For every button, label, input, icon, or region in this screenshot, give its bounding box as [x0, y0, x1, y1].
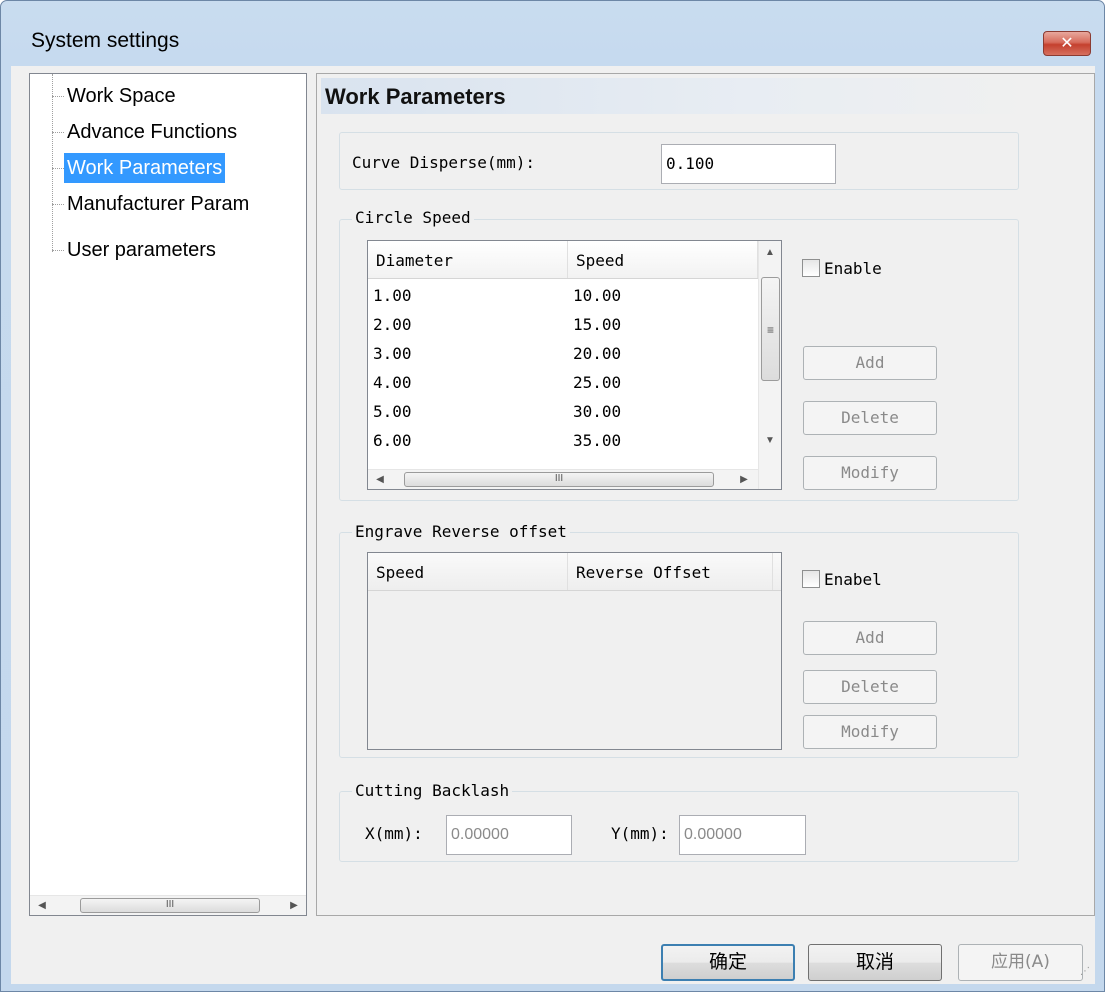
- scroll-thumb[interactable]: ≡: [761, 277, 780, 381]
- table-cell[interactable]: 1.00: [373, 286, 412, 305]
- checkbox-box[interactable]: [802, 570, 820, 588]
- window-title: System settings: [31, 29, 180, 52]
- backlash-y-input[interactable]: 0.00000: [679, 815, 806, 855]
- tree-connector: [52, 204, 64, 205]
- dialog-body: Work Space Advance Functions Work Parame…: [11, 66, 1095, 984]
- tree-item-user-parameters[interactable]: User parameters: [64, 235, 219, 265]
- circle-speed-add-button[interactable]: Add: [803, 346, 937, 380]
- scroll-down-arrow-icon[interactable]: ▼: [759, 435, 781, 446]
- tree-item-advance-functions[interactable]: Advance Functions: [64, 117, 240, 147]
- table-cell[interactable]: 35.00: [573, 431, 621, 450]
- tree-item-work-space[interactable]: Work Space: [64, 81, 179, 111]
- column-header-diameter[interactable]: Diameter: [368, 241, 568, 278]
- cancel-button[interactable]: 取消: [808, 944, 942, 981]
- close-icon: ✕: [1060, 33, 1074, 52]
- engrave-reverse-list[interactable]: Speed Reverse Offset: [367, 552, 782, 750]
- table-cell[interactable]: 5.00: [373, 402, 412, 421]
- table-cell[interactable]: 3.00: [373, 344, 412, 363]
- cutting-backlash-group-label: Cutting Backlash: [352, 781, 513, 800]
- table-cell[interactable]: 20.00: [573, 344, 621, 363]
- tree-horizontal-scrollbar[interactable]: ◀ III ▶: [30, 895, 306, 915]
- circle-speed-horizontal-scrollbar[interactable]: ◀ III ▶: [368, 469, 758, 489]
- engrave-reverse-modify-button[interactable]: Modify: [803, 715, 937, 749]
- backlash-x-input[interactable]: 0.00000: [446, 815, 572, 855]
- tree-connector: [52, 132, 64, 133]
- table-cell[interactable]: 10.00: [573, 286, 621, 305]
- title-bar[interactable]: System settings ✕: [1, 1, 1104, 65]
- work-parameters-panel: Work Parameters Curve Disperse(mm): 0.10…: [316, 73, 1095, 916]
- table-cell[interactable]: 15.00: [573, 315, 621, 334]
- column-header-reverse-offset[interactable]: Reverse Offset: [568, 553, 773, 590]
- tree-items: Work Space Advance Functions Work Parame…: [30, 74, 306, 884]
- table-cell[interactable]: 4.00: [373, 373, 412, 392]
- scroll-right-arrow-icon[interactable]: ▶: [284, 896, 304, 915]
- circle-speed-delete-button[interactable]: Delete: [803, 401, 937, 435]
- scroll-grip-icon: III: [165, 899, 175, 910]
- table-cell[interactable]: 2.00: [373, 315, 412, 334]
- checkbox-box[interactable]: [802, 259, 820, 277]
- circle-speed-vertical-scrollbar[interactable]: ▲ ≡ ▼: [758, 241, 781, 489]
- table-cell[interactable]: 25.00: [573, 373, 621, 392]
- engrave-reverse-add-button[interactable]: Add: [803, 621, 937, 655]
- tree-item-work-parameters[interactable]: Work Parameters: [64, 153, 226, 183]
- scroll-grip-icon: ≡: [766, 323, 774, 337]
- circle-speed-group-label: Circle Speed: [352, 208, 474, 227]
- scroll-grip-icon: III: [554, 473, 564, 484]
- scroll-thumb[interactable]: III: [404, 472, 714, 487]
- backlash-x-label: X(mm):: [365, 824, 423, 843]
- circle-speed-enable-checkbox[interactable]: Enable: [802, 259, 882, 278]
- tree-connector: [52, 168, 64, 169]
- close-button[interactable]: ✕: [1043, 31, 1091, 56]
- scroll-left-arrow-icon[interactable]: ◀: [32, 896, 52, 915]
- curve-disperse-input[interactable]: 0.100: [661, 144, 836, 184]
- table-cell[interactable]: 6.00: [373, 431, 412, 450]
- circle-speed-modify-button[interactable]: Modify: [803, 456, 937, 490]
- system-settings-window: System settings ✕ Work Space Advance Fun…: [0, 0, 1105, 992]
- circle-speed-list[interactable]: Diameter Speed 1.00 10.00 2.00 15.00 3.0…: [367, 240, 782, 490]
- apply-button[interactable]: 应用(A): [958, 944, 1083, 981]
- panel-header: Work Parameters: [321, 78, 1035, 114]
- engrave-reverse-list-header: Speed Reverse Offset: [368, 553, 781, 591]
- settings-tree[interactable]: Work Space Advance Functions Work Parame…: [29, 73, 307, 916]
- resize-grip-icon[interactable]: ⋰: [1080, 967, 1092, 981]
- engrave-reverse-enable-checkbox[interactable]: Enabel: [802, 570, 882, 589]
- tree-connector: [52, 96, 64, 97]
- panel-title: Work Parameters: [325, 84, 506, 109]
- engrave-reverse-group-label: Engrave Reverse offset: [352, 522, 570, 541]
- column-header-speed[interactable]: Speed: [568, 241, 758, 278]
- scroll-left-arrow-icon[interactable]: ◀: [370, 470, 390, 489]
- circle-speed-list-header: Diameter Speed: [368, 241, 758, 279]
- enabel-label: Enabel: [824, 570, 882, 589]
- column-header-speed[interactable]: Speed: [368, 553, 568, 590]
- tree-item-manufacturer-params[interactable]: Manufacturer Param: [64, 189, 252, 219]
- backlash-y-label: Y(mm):: [611, 824, 669, 843]
- scroll-up-arrow-icon[interactable]: ▲: [759, 247, 781, 258]
- curve-disperse-label: Curve Disperse(mm):: [352, 153, 536, 172]
- tree-connector-line: [52, 74, 53, 252]
- table-cell[interactable]: 30.00: [573, 402, 621, 421]
- scroll-right-arrow-icon[interactable]: ▶: [734, 470, 754, 489]
- ok-button[interactable]: 确定: [661, 944, 795, 981]
- enable-label: Enable: [824, 259, 882, 278]
- scroll-thumb[interactable]: III: [80, 898, 260, 913]
- engrave-reverse-delete-button[interactable]: Delete: [803, 670, 937, 704]
- tree-connector: [52, 250, 64, 251]
